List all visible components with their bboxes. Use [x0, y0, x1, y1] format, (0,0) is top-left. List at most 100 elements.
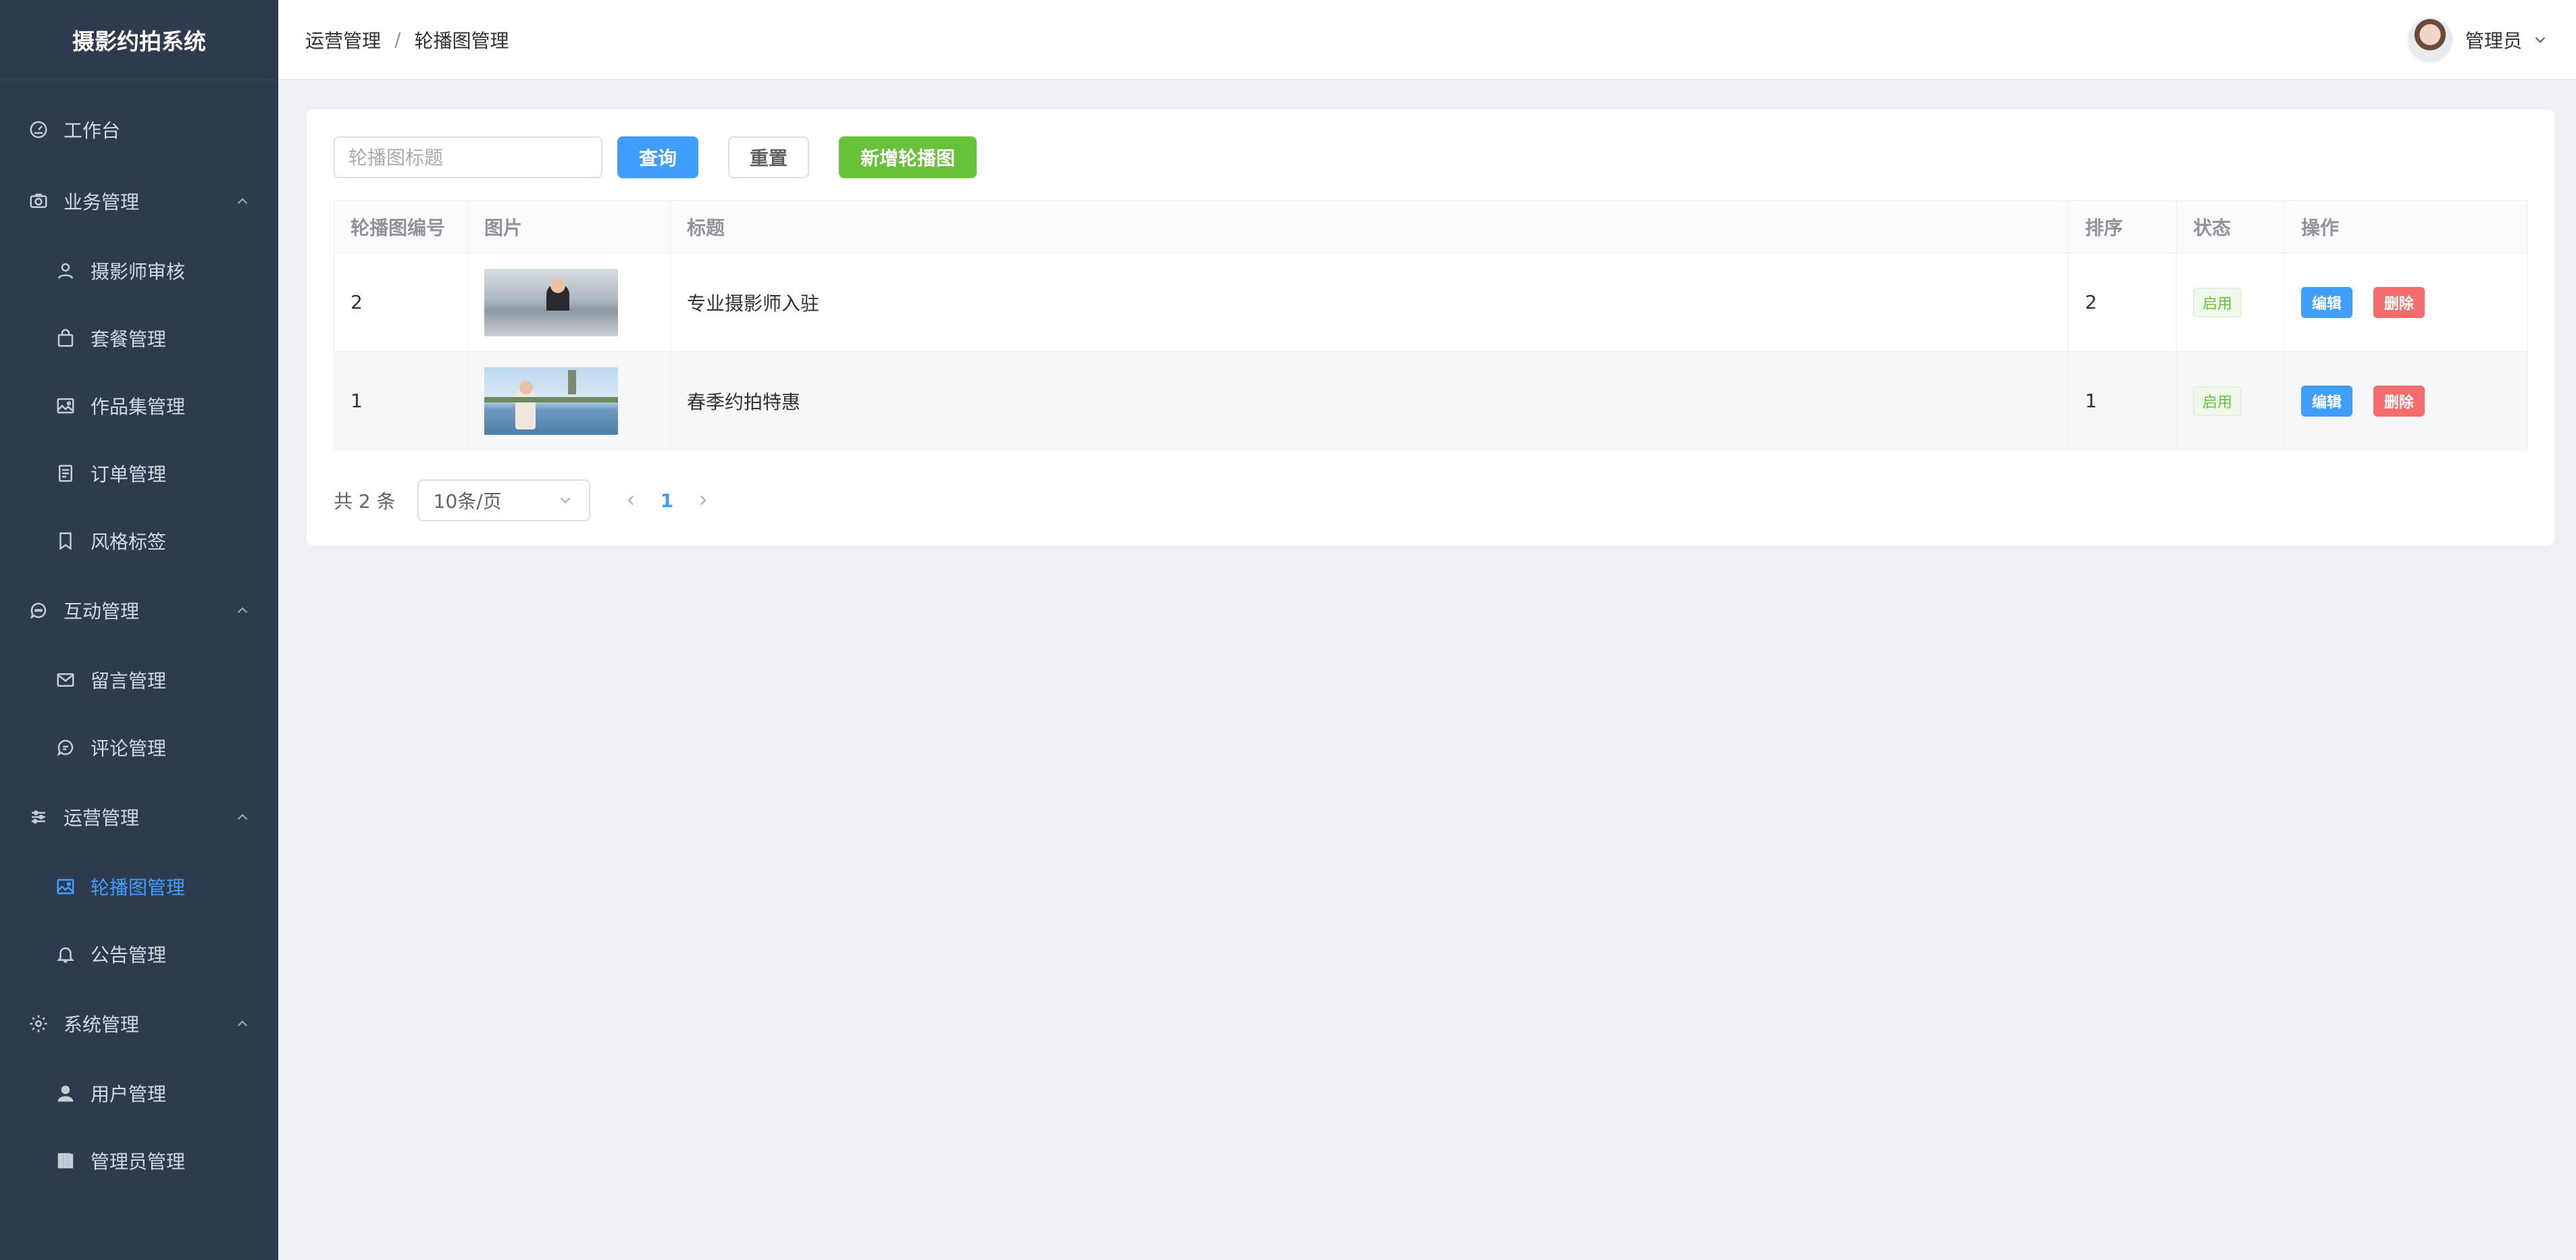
- cell-image: [467, 253, 671, 352]
- cell-status: 启用: [2176, 351, 2285, 450]
- add-carousel-button[interactable]: 新增轮播图: [839, 136, 977, 178]
- sidebar-group-label: 运营管理: [63, 807, 140, 829]
- admin-icon: [54, 1149, 77, 1172]
- sidebar-item-label: 管理员管理: [91, 1151, 186, 1173]
- search-input[interactable]: [334, 136, 602, 178]
- sidebar-item-label: 评论管理: [91, 737, 167, 760]
- carousel-table: 轮播图编号 图片 标题 排序 状态 操作 2 专业摄影师入驻 2 启用 编辑 删…: [334, 200, 2528, 450]
- sidebar-group-label: 系统管理: [63, 1014, 140, 1036]
- comment-icon: [54, 736, 77, 759]
- sidebar-group-operations[interactable]: 运营管理: [0, 781, 278, 853]
- pagination-total: 共 2 条: [334, 490, 396, 513]
- settings-icon: [27, 1012, 50, 1035]
- user-icon: [54, 259, 77, 282]
- sidebar-item-portfolio[interactable]: 作品集管理: [0, 372, 278, 440]
- person-icon: [54, 1082, 77, 1105]
- breadcrumb-current: 轮播图管理: [414, 29, 509, 52]
- sidebar-item-admins[interactable]: 管理员管理: [0, 1127, 278, 1195]
- delete-button[interactable]: 删除: [2373, 385, 2425, 417]
- mail-icon: [54, 668, 77, 691]
- bookmark-icon: [54, 529, 77, 552]
- sidebar-item-announcements[interactable]: 公告管理: [0, 920, 278, 988]
- chevron-up-icon: [234, 602, 251, 619]
- user-name: 管理员: [2465, 30, 2522, 52]
- chevron-up-icon: [234, 808, 251, 826]
- sidebar-item-label: 订单管理: [91, 463, 167, 485]
- image-icon: [54, 875, 77, 898]
- sidebar-item-label: 用户管理: [91, 1083, 167, 1105]
- sidebar-item-users[interactable]: 用户管理: [0, 1059, 278, 1127]
- chevron-down-icon: [557, 492, 574, 509]
- carousel-thumbnail[interactable]: [484, 268, 618, 336]
- cell-title: 专业摄影师入驻: [670, 253, 2069, 352]
- sidebar-group-system[interactable]: 系统管理: [0, 988, 278, 1059]
- chevron-up-icon: [234, 1015, 251, 1032]
- chat-icon: [27, 599, 50, 622]
- delete-button[interactable]: 删除: [2373, 286, 2425, 318]
- chevron-right-icon: [700, 496, 706, 505]
- sidebar-item-label: 摄影师审核: [91, 261, 186, 283]
- cell-actions: 编辑 删除: [2284, 253, 2528, 352]
- sidebar-item-packages[interactable]: 套餐管理: [0, 305, 278, 372]
- cell-sort: 1: [2068, 351, 2177, 450]
- query-button[interactable]: 查询: [617, 136, 698, 178]
- sidebar-group-label: 互动管理: [63, 600, 140, 623]
- sidebar-item-label: 风格标签: [91, 531, 167, 553]
- cell-sort: 2: [2068, 253, 2177, 352]
- carousel-thumbnail[interactable]: [484, 367, 618, 435]
- sidebar-item-carousel[interactable]: 轮播图管理: [0, 853, 278, 920]
- top-header: 运营管理 / 轮播图管理 管理员: [278, 0, 2576, 80]
- dashboard-icon: [27, 118, 50, 141]
- breadcrumb: 运营管理 / 轮播图管理: [305, 26, 509, 53]
- chevron-up-icon: [234, 192, 251, 210]
- sidebar-item-comments[interactable]: 评论管理: [0, 714, 278, 781]
- cell-id: 2: [334, 253, 468, 352]
- sliders-icon: [27, 806, 50, 829]
- sidebar-item-label: 公告管理: [91, 944, 167, 966]
- user-menu[interactable]: 管理员: [2406, 0, 2549, 80]
- column-header-status: 状态: [2176, 200, 2285, 253]
- status-badge: 启用: [2193, 386, 2242, 416]
- column-header-title: 标题: [670, 200, 2069, 253]
- app: 摄影约拍系统 工作台 业务管理 摄影师审核 套餐管理 作品集管理 订单管理 风格…: [0, 0, 2576, 1260]
- bag-icon: [54, 327, 77, 350]
- sidebar-item-label: 作品集管理: [91, 396, 186, 418]
- bell-icon: [54, 943, 77, 966]
- page-number-current[interactable]: 1: [661, 490, 673, 512]
- sidebar: 摄影约拍系统 工作台 业务管理 摄影师审核 套餐管理 作品集管理 订单管理 风格…: [0, 0, 278, 1260]
- page-size-value: 10条/页: [433, 490, 502, 513]
- next-page-button[interactable]: [690, 487, 717, 514]
- reset-button[interactable]: 重置: [728, 136, 809, 178]
- sidebar-item-label: 轮播图管理: [91, 876, 186, 899]
- edit-button[interactable]: 编辑: [2301, 286, 2353, 318]
- sidebar-item-dashboard[interactable]: 工作台: [0, 94, 278, 165]
- sidebar-menu: 工作台 业务管理 摄影师审核 套餐管理 作品集管理 订单管理 风格标签 互动管理…: [0, 80, 278, 1195]
- table-row: 2 专业摄影师入驻 2 启用 编辑 删除: [334, 253, 2528, 352]
- sidebar-item-messages[interactable]: 留言管理: [0, 646, 278, 714]
- avatar: [2406, 17, 2453, 63]
- sidebar-group-interaction[interactable]: 互动管理: [0, 575, 278, 646]
- sidebar-item-label: 留言管理: [91, 670, 167, 692]
- sidebar-group-label: 业务管理: [63, 191, 140, 213]
- sidebar-item-label: 套餐管理: [91, 328, 167, 350]
- column-header-image: 图片: [467, 200, 671, 253]
- page-size-select[interactable]: 10条/页: [417, 479, 590, 521]
- content-card: 查询 重置 新增轮播图 轮播图编号 图片 标题 排序 状态 操作: [307, 109, 2554, 546]
- search-toolbar: 查询 重置 新增轮播图: [334, 136, 977, 178]
- cell-actions: 编辑 删除: [2284, 351, 2528, 450]
- breadcrumb-separator: /: [394, 28, 401, 51]
- sidebar-group-business[interactable]: 业务管理: [0, 165, 278, 237]
- picture-icon: [54, 394, 77, 417]
- sidebar-item-style-tags[interactable]: 风格标签: [0, 507, 278, 575]
- breadcrumb-item[interactable]: 运营管理: [305, 26, 381, 53]
- prev-page-button[interactable]: [617, 487, 644, 514]
- column-header-sort: 排序: [2068, 200, 2177, 253]
- status-badge: 启用: [2193, 287, 2242, 317]
- cell-image: [467, 351, 671, 450]
- sidebar-item-photographer-review[interactable]: 摄影师审核: [0, 237, 278, 305]
- chevron-down-icon: [2531, 31, 2549, 49]
- sidebar-item-label: 工作台: [63, 120, 121, 142]
- cell-title: 春季约拍特惠: [670, 351, 2069, 450]
- sidebar-item-orders[interactable]: 订单管理: [0, 440, 278, 507]
- edit-button[interactable]: 编辑: [2301, 385, 2353, 417]
